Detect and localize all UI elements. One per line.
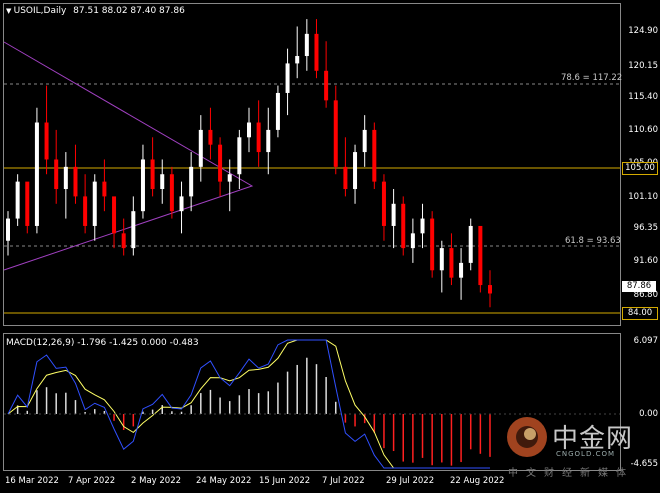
candle-body [208, 129, 213, 145]
candle-body [34, 122, 39, 226]
chart-window[interactable]: ▼ USOIL,Daily 87.51 88.02 87.40 87.86 78… [0, 0, 660, 489]
price-tick: 101.10 [628, 192, 658, 202]
candle-body [198, 129, 203, 167]
price-tick: 110.60 [628, 125, 658, 135]
candle-body [295, 56, 300, 64]
candle-body [92, 181, 97, 226]
macd-axis-top: 6.097 [633, 336, 658, 346]
candle-body [102, 181, 107, 197]
watermark-logo-icon [507, 417, 547, 457]
candle-body [449, 248, 454, 278]
candle-body [266, 129, 271, 153]
candle-body [391, 203, 396, 226]
candle-body [15, 181, 20, 219]
hline-84-label: 84.00 [622, 307, 658, 320]
candle-body [6, 218, 10, 241]
candle-body [275, 92, 280, 130]
candle-body [25, 181, 30, 226]
price-tick: 124.90 [628, 26, 658, 36]
candle-body [343, 166, 348, 190]
watermark: 中金网 CNGOLD.COM 中文财经新媒体 [500, 412, 650, 479]
candle-body [218, 144, 223, 182]
candle-body [285, 63, 290, 93]
watermark-tagline: 中文财经新媒体 [508, 468, 634, 479]
candle-body [44, 122, 49, 160]
time-tick: 24 May 2022 [196, 476, 252, 486]
candle-body [83, 196, 88, 226]
candle-body [121, 233, 126, 249]
candle-body [169, 174, 174, 212]
time-tick: 29 Jul 2022 [386, 476, 435, 486]
main-panel-border [3, 3, 621, 326]
candle-body [304, 33, 309, 57]
candle-body [381, 181, 386, 226]
fib-label-61: 61.8 = 93.63 [565, 236, 621, 246]
candle-body [439, 248, 444, 271]
hline-105-label: 105.00 [622, 162, 658, 175]
candle-body [73, 166, 78, 197]
candle-body [54, 159, 59, 190]
candle-body [324, 70, 329, 101]
candle-body [401, 203, 406, 249]
dropdown-triangle-icon[interactable]: ▼ [6, 7, 14, 15]
candle-body [353, 152, 358, 190]
candle-body [430, 218, 435, 271]
candle-body [459, 262, 464, 278]
candle-body [488, 285, 492, 294]
macd-histogram [16, 357, 491, 466]
candle-body [131, 211, 136, 249]
price-tick: 91.60 [633, 256, 658, 266]
candle-body [478, 225, 483, 286]
candle-body [410, 233, 415, 249]
watermark-domain: CNGOLD.COM [556, 450, 616, 458]
candle-body [314, 33, 319, 71]
candle-body [237, 137, 242, 175]
time-tick: 16 Mar 2022 [5, 476, 59, 486]
candle-body [189, 166, 194, 197]
triangle-drawing [3, 41, 254, 271]
time-tick: 2 May 2022 [131, 476, 182, 486]
ohlc-values: 87.51 88.02 87.40 87.86 [73, 6, 185, 16]
time-tick: 22 Aug 2022 [450, 476, 505, 486]
candle-body [247, 122, 251, 138]
candle-body [256, 122, 261, 153]
macd-title: MACD(12,26,9) -1.796 -1.425 0.000 -0.483 [6, 338, 199, 348]
candle-body [63, 166, 68, 190]
price-tick: 115.40 [628, 92, 658, 102]
candle-body [227, 174, 232, 182]
time-tick: 7 Jul 2022 [322, 476, 365, 486]
fib-label-78: 78.6 = 117.22 [561, 73, 623, 83]
candle-body [112, 196, 117, 234]
candle-body [333, 100, 338, 167]
candles-group [6, 19, 492, 308]
price-tick: 96.35 [633, 223, 658, 233]
candle-body [140, 159, 145, 212]
current-price-label: 87.86 [622, 281, 656, 292]
candle-body [468, 225, 473, 263]
candle-body [420, 218, 425, 234]
symbol-title: USOIL,Daily [13, 6, 67, 16]
time-tick: 7 Apr 2022 [68, 476, 116, 486]
chart-title: ▼ USOIL,Daily 87.51 88.02 87.40 87.86 [6, 6, 185, 16]
price-tick: 120.15 [628, 61, 658, 71]
candle-body [179, 196, 184, 212]
candle-body [362, 129, 367, 153]
time-tick: 15 Jun 2022 [259, 476, 311, 486]
candle-body [372, 129, 377, 182]
candle-body [160, 174, 165, 190]
candle-body [150, 159, 155, 190]
